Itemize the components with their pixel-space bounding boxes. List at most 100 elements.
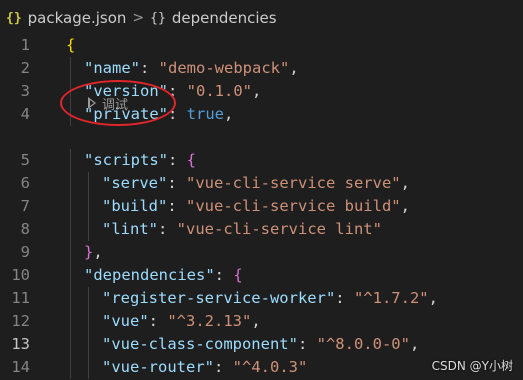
indent-guide bbox=[70, 57, 71, 80]
code-token: : bbox=[168, 151, 187, 169]
code-token: { bbox=[233, 266, 243, 284]
code-token: "0.1.0" bbox=[186, 82, 252, 100]
code-text: "dependencies": { bbox=[84, 264, 243, 287]
json-file-icon: {} bbox=[6, 10, 22, 26]
indent-guide bbox=[70, 149, 71, 172]
indent-guide bbox=[70, 264, 71, 287]
chevron-right-icon: > bbox=[132, 10, 145, 26]
code-text: "vue-router": "^4.0.3" bbox=[102, 356, 307, 379]
object-symbol-icon: {} bbox=[150, 10, 166, 26]
code-token: "vue-cli-service build" bbox=[186, 197, 401, 215]
code-token: , bbox=[409, 335, 420, 353]
code-line[interactable]: 11 "register-service-worker": "^1.7.2", bbox=[0, 287, 523, 310]
annotation-circle bbox=[60, 80, 176, 126]
code-token: "demo-webpack" bbox=[158, 59, 290, 77]
watermark: CSDN @Y小树 bbox=[431, 359, 513, 373]
line-number: 10 bbox=[11, 266, 30, 284]
indent-guide bbox=[70, 172, 71, 195]
code-line[interactable]: 13 "vue-class-component": "^8.0.0-0", bbox=[0, 333, 523, 356]
code-token: { bbox=[186, 151, 197, 169]
code-token: "dependencies" bbox=[84, 266, 215, 284]
indent-guide bbox=[70, 287, 71, 310]
code-line[interactable]: 10 "dependencies": { bbox=[0, 264, 523, 287]
line-number: 11 bbox=[11, 289, 30, 307]
code-token: , bbox=[251, 312, 261, 330]
indent-guide bbox=[70, 333, 71, 356]
code-token: , bbox=[289, 59, 299, 77]
line-number: 2 bbox=[20, 59, 30, 77]
code-token: : bbox=[140, 59, 159, 77]
code-token: : bbox=[158, 220, 177, 238]
code-line[interactable]: 1{ bbox=[0, 34, 523, 57]
breadcrumb-symbol[interactable]: dependencies bbox=[172, 9, 277, 27]
code-token: "vue" bbox=[102, 312, 149, 330]
line-number: 12 bbox=[11, 312, 30, 330]
line-number: 9 bbox=[20, 243, 30, 261]
indent-guide bbox=[88, 310, 89, 333]
code-line[interactable]: 6 "serve": "vue-cli-service serve", bbox=[0, 172, 523, 195]
indent-guide bbox=[88, 218, 89, 241]
code-token: "vue-cli-service lint" bbox=[176, 220, 382, 238]
code-token: , bbox=[252, 82, 262, 100]
code-token: "scripts" bbox=[84, 151, 168, 169]
code-token: "^4.0.3" bbox=[232, 358, 308, 376]
breadcrumb-file[interactable]: package.json bbox=[28, 9, 127, 27]
code-token: : bbox=[335, 289, 354, 307]
code-text: "scripts": { bbox=[84, 149, 196, 172]
code-token: : bbox=[297, 335, 317, 353]
code-token: : bbox=[148, 312, 168, 330]
code-token: "vue-router" bbox=[102, 358, 214, 376]
code-token: "vue-class-component" bbox=[102, 335, 298, 353]
code-token: , bbox=[428, 289, 438, 307]
code-line[interactable]: 9}, bbox=[0, 241, 523, 264]
code-token: : bbox=[213, 358, 233, 376]
line-number: 6 bbox=[20, 174, 30, 192]
code-token: : bbox=[167, 197, 186, 215]
code-token: { bbox=[66, 36, 76, 54]
code-line[interactable]: 2 "name": "demo-webpack", bbox=[0, 57, 523, 80]
code-token: "register-service-worker" bbox=[102, 289, 336, 307]
code-text: "build": "vue-cli-service build", bbox=[102, 195, 410, 218]
code-token: "^1.7.2" bbox=[353, 289, 429, 307]
code-token: , bbox=[400, 197, 410, 215]
line-number: 8 bbox=[20, 220, 30, 238]
indent-guide bbox=[88, 195, 89, 218]
code-token: , bbox=[224, 105, 234, 123]
line-number: 14 bbox=[11, 358, 30, 376]
code-text: "lint": "vue-cli-service lint" bbox=[102, 218, 382, 241]
indent-guide bbox=[70, 218, 71, 241]
line-number: 3 bbox=[20, 82, 30, 100]
indent-guide bbox=[88, 172, 89, 195]
indent-guide bbox=[88, 287, 89, 310]
code-text: "name": "demo-webpack", bbox=[84, 57, 299, 80]
code-token: } bbox=[84, 243, 94, 261]
code-token: , bbox=[400, 174, 410, 192]
code-line[interactable]: 5 "scripts": { bbox=[0, 149, 523, 172]
code-token: : bbox=[167, 174, 186, 192]
indent-guide bbox=[70, 241, 71, 264]
code-line[interactable]: 12 "vue": "^3.2.13", bbox=[0, 310, 523, 333]
breadcrumb: {} package.json > {} dependencies bbox=[0, 0, 523, 36]
code-token: "^8.0.0-0" bbox=[316, 335, 410, 353]
code-line[interactable]: 7 "build": "vue-cli-service build", bbox=[0, 195, 523, 218]
code-token: : bbox=[214, 266, 234, 284]
code-text: { bbox=[66, 34, 75, 57]
indent-guide bbox=[70, 356, 71, 379]
line-number: 4 bbox=[20, 105, 30, 123]
indent-guide bbox=[88, 333, 89, 356]
code-token: "name" bbox=[84, 59, 140, 77]
code-token: "serve" bbox=[102, 174, 168, 192]
line-number: 7 bbox=[20, 197, 30, 215]
code-token: true bbox=[186, 105, 224, 123]
code-token: "lint" bbox=[102, 220, 158, 238]
line-number: 13 bbox=[11, 335, 30, 353]
indent-guide bbox=[70, 310, 71, 333]
code-line[interactable]: 8 "lint": "vue-cli-service lint" bbox=[0, 218, 523, 241]
line-number: 5 bbox=[20, 151, 30, 169]
indent-guide bbox=[88, 356, 89, 379]
code-token: "vue-cli-service serve" bbox=[186, 174, 401, 192]
code-token: "build" bbox=[102, 197, 168, 215]
code-text: "register-service-worker": "^1.7.2", bbox=[102, 287, 438, 310]
code-token: , bbox=[93, 243, 103, 261]
code-text: }, bbox=[84, 241, 103, 264]
